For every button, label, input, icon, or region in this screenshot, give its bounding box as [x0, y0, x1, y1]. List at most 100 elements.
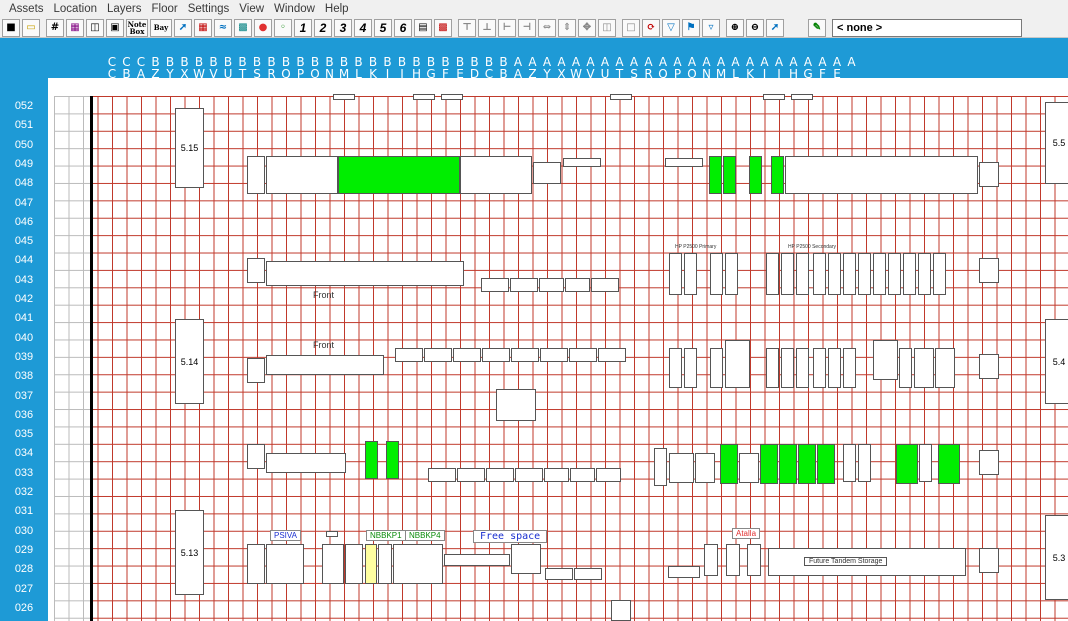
rack-box[interactable]	[919, 444, 932, 482]
room-5-13[interactable]: 5.13	[175, 510, 204, 595]
rack-box-active[interactable]	[771, 156, 784, 194]
grid-red2-icon[interactable]: ▩	[434, 18, 452, 37]
grid-icon[interactable]: #	[46, 18, 64, 37]
rack-box[interactable]	[710, 348, 723, 388]
menu-layers[interactable]: Layers	[102, 3, 147, 15]
view-3-button[interactable]: 3	[334, 18, 352, 37]
rack-box[interactable]	[266, 544, 304, 584]
rack-box[interactable]	[933, 253, 946, 295]
rack-box[interactable]	[979, 162, 999, 187]
rack-box[interactable]	[813, 253, 826, 295]
rack-box[interactable]	[704, 544, 718, 576]
rack-box[interactable]	[540, 348, 568, 362]
layer-icon[interactable]: ◦	[274, 18, 292, 37]
rack-box-active[interactable]	[749, 156, 762, 194]
rack-box[interactable]	[781, 253, 794, 295]
rack-box[interactable]	[684, 348, 697, 388]
align-right-icon[interactable]: ⊣	[518, 18, 536, 37]
rack-box[interactable]	[563, 158, 601, 167]
rack-box[interactable]	[247, 444, 265, 469]
connect-icon[interactable]: ➚	[174, 18, 192, 37]
rack-box[interactable]	[873, 340, 898, 380]
rack-box[interactable]	[333, 94, 355, 100]
rack-box[interactable]	[515, 468, 543, 482]
rack-box[interactable]	[843, 348, 856, 388]
rack-box[interactable]	[888, 253, 901, 295]
rack-box[interactable]	[539, 278, 564, 292]
rack-box-active[interactable]	[760, 444, 778, 484]
rack-box[interactable]	[766, 253, 779, 295]
rack-box[interactable]	[444, 554, 510, 566]
rack-box[interactable]	[365, 544, 377, 584]
rack-box[interactable]	[813, 348, 826, 388]
rack-box[interactable]	[345, 544, 363, 584]
rack-box[interactable]	[569, 348, 597, 362]
menu-help[interactable]: Help	[320, 3, 354, 15]
rack-box[interactable]	[247, 544, 265, 584]
rack-box[interactable]	[428, 468, 456, 482]
rack-box-active[interactable]	[817, 444, 835, 484]
rack-box[interactable]	[395, 348, 423, 362]
cable-icon[interactable]: ≈	[214, 18, 232, 37]
save-icon[interactable]: ■	[2, 18, 20, 37]
room-5-14[interactable]: 5.14	[175, 319, 204, 404]
rack-box[interactable]	[843, 444, 856, 482]
rack-box-active[interactable]	[365, 441, 378, 479]
menu-settings[interactable]: Settings	[183, 3, 235, 15]
rack-box[interactable]	[424, 348, 452, 362]
rack-box[interactable]	[544, 468, 569, 482]
rack-box[interactable]	[979, 450, 999, 475]
menu-assets[interactable]: Assets	[4, 3, 49, 15]
rack-box[interactable]	[393, 544, 443, 584]
rack-box[interactable]	[611, 600, 631, 621]
rack-box-active[interactable]	[386, 441, 399, 479]
rack-box[interactable]	[763, 94, 785, 100]
rack-box[interactable]	[533, 162, 561, 184]
box-icon[interactable]: ▣	[106, 18, 124, 37]
rack-box-active[interactable]	[938, 444, 960, 484]
zoom-out-icon[interactable]: ⊖	[746, 18, 764, 37]
rack-box[interactable]	[785, 156, 978, 194]
rack-box[interactable]	[413, 94, 435, 100]
bay-button[interactable]: Bay	[150, 18, 172, 37]
table-icon[interactable]: ▤	[414, 18, 432, 37]
rack-box[interactable]	[695, 453, 715, 483]
rack-box[interactable]	[739, 453, 759, 483]
rack-box[interactable]	[460, 156, 532, 194]
rack-box[interactable]	[796, 348, 809, 388]
rotate-icon[interactable]: ⟳	[642, 18, 660, 37]
rack-box[interactable]	[266, 453, 346, 473]
rack-box[interactable]	[247, 258, 265, 283]
rack-box[interactable]	[610, 94, 632, 100]
flag-icon[interactable]: ⚑	[682, 18, 700, 37]
rack-box[interactable]	[266, 156, 338, 194]
rack-box[interactable]	[747, 544, 761, 576]
align-bottom-icon[interactable]: ⊥	[478, 18, 496, 37]
rack-box[interactable]	[781, 348, 794, 388]
rack-box[interactable]	[322, 544, 344, 584]
align-left-icon[interactable]: ⊢	[498, 18, 516, 37]
rack-box-active[interactable]	[709, 156, 722, 194]
rack-box[interactable]	[684, 253, 697, 295]
rack-box[interactable]	[843, 253, 856, 295]
rack-box[interactable]	[378, 544, 392, 584]
room-5-5[interactable]: 5.5	[1045, 102, 1068, 184]
rack-box[interactable]	[899, 348, 912, 388]
room-5-15[interactable]: 5.15	[175, 108, 204, 188]
rack-box[interactable]	[858, 253, 871, 295]
grid-red-icon[interactable]: ▦	[194, 18, 212, 37]
rack-box[interactable]	[481, 278, 509, 292]
rack-box[interactable]	[668, 566, 700, 578]
rack-box[interactable]	[710, 253, 723, 295]
menu-floor[interactable]: Floor	[147, 3, 183, 15]
rack-box[interactable]	[441, 94, 463, 100]
rack-box[interactable]	[654, 448, 667, 486]
view-6-button[interactable]: 6	[394, 18, 412, 37]
view-5-button[interactable]: 5	[374, 18, 392, 37]
rack-box[interactable]	[903, 253, 916, 295]
rack-box[interactable]	[482, 348, 510, 362]
rack-box[interactable]	[828, 253, 841, 295]
center-h-icon[interactable]: ⇔	[538, 18, 556, 37]
rack-box[interactable]	[725, 340, 750, 388]
rack-box[interactable]	[570, 468, 595, 482]
